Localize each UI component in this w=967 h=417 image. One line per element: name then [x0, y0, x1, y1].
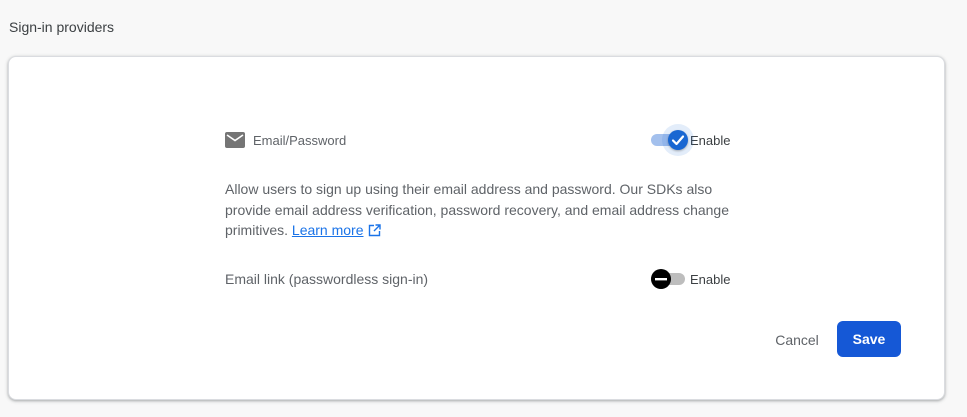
toggle-email-password: Enable: [650, 124, 731, 156]
minus-icon: [655, 278, 667, 281]
enable-toggle-email-link[interactable]: [650, 265, 686, 293]
save-button[interactable]: Save: [837, 321, 901, 357]
cancel-button[interactable]: Cancel: [757, 322, 837, 358]
enable-toggle-email-password[interactable]: [650, 124, 694, 156]
learn-more-link[interactable]: Learn more: [292, 222, 381, 238]
provider-row-email-password: Email/Password Enable: [225, 124, 735, 156]
open-in-new-icon: [368, 224, 381, 237]
toggle-email-link: Enable: [650, 265, 730, 293]
checkmark-icon: [671, 135, 685, 146]
learn-more-label: Learn more: [291, 222, 364, 238]
toggle-label: Enable: [690, 271, 731, 287]
section-title: Sign-in providers: [9, 19, 115, 35]
provider-description: Allow users to sign up using their email…: [225, 179, 745, 241]
provider-row-email-link: Email link (passwordless sign-in) Enable: [225, 265, 735, 293]
mail-icon: [225, 132, 245, 148]
toggle-label: Enable: [690, 132, 731, 148]
provider-label: Email link (passwordless sign-in): [225, 271, 429, 287]
provider-config-card: Email/Password Enable Allow users to sig…: [8, 56, 945, 400]
provider-label: Email/Password: [253, 132, 347, 148]
toggle-thumb: [668, 130, 688, 150]
toggle-thumb: [651, 269, 671, 289]
